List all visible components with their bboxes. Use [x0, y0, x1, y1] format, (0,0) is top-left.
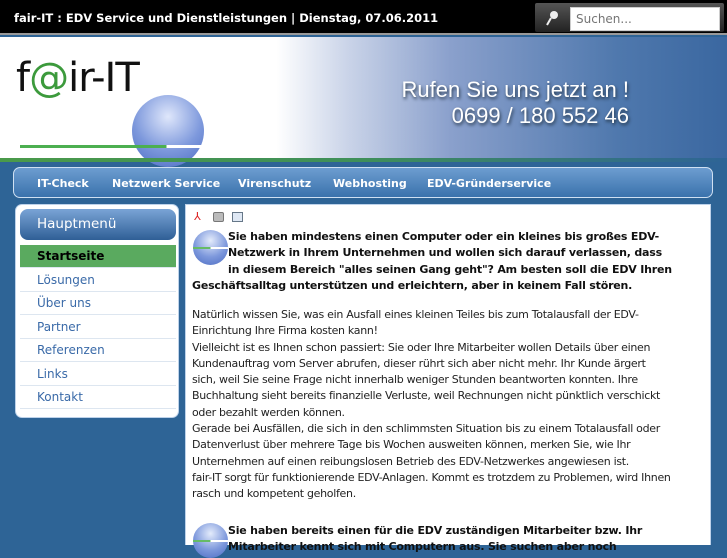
body-line: Natürlich wissen Sie, was ein Ausfall ei…: [192, 308, 639, 321]
sidebar-item-startseite[interactable]: Startseite: [20, 245, 176, 268]
intro-line: Geschäftsalltag unterstützen und erleich…: [192, 278, 633, 292]
body-line: Buchhaltung sieht bereits finanzielle Ve…: [192, 389, 661, 403]
body-line: fair-IT sorgt für funktionierende EDV-An…: [192, 470, 671, 484]
sidebar-menu: Hauptmenü Startseite Lösungen Über uns P…: [15, 204, 179, 418]
second-line: Sie haben bereits einen für die EDV zust…: [228, 524, 643, 537]
second-section-text: Sie haben bereits einen für die EDV zust…: [192, 523, 707, 556]
body-line: sich, weil Sie seine Frage nicht innerha…: [192, 373, 638, 387]
sidebar-title: Hauptmenü: [20, 209, 176, 240]
email-icon[interactable]: [232, 212, 244, 222]
sidebar-item-partner[interactable]: Partner: [20, 316, 176, 339]
slogan: Rufen Sie uns jetzt an ! 0699 / 180 552 …: [402, 77, 629, 129]
logo[interactable]: f@ir-IT: [16, 55, 140, 101]
intro-line: Sie haben mindestens einen Computer oder…: [228, 230, 660, 243]
sidebar-item-ueber-uns[interactable]: Über uns: [20, 292, 176, 315]
body-line: Vielleicht ist es Ihnen schon passiert: …: [192, 340, 651, 354]
intro-line: Netzwerk in Ihrem Unternehmen und wollen…: [228, 246, 662, 260]
logo-underline: [20, 145, 203, 148]
intro-line: in diesem Bereich "alles seinen Gang geh…: [228, 262, 672, 276]
body-line: Unternehmen auf einen reibungslosen Betr…: [192, 454, 630, 468]
second-line: Mitarbeiter kennt sich mit Computern aus…: [228, 540, 617, 554]
sidebar-item-loesungen[interactable]: Lösungen: [20, 269, 176, 292]
nav-webhosting[interactable]: Webhosting: [333, 177, 407, 190]
sidebar-item-kontakt[interactable]: Kontakt: [20, 386, 176, 409]
sidebar-item-links[interactable]: Links: [20, 363, 176, 386]
nav-netzwerk-service[interactable]: Netzwerk Service: [112, 177, 220, 190]
intro-text: Sie haben mindestens einen Computer oder…: [192, 229, 707, 294]
body-line: Einrichtung Ihre Firma kosten kann!: [192, 324, 378, 338]
body-line: oder bezahlt werden können.: [192, 405, 345, 419]
header-banner: f@ir-IT Rufen Sie uns jetzt an ! 0699 / …: [0, 37, 727, 167]
pdf-icon[interactable]: ⅄: [194, 211, 205, 222]
search-icon[interactable]: [545, 10, 559, 26]
top-bar: fair-IT : EDV Service und Dienstleistung…: [0, 0, 727, 35]
main-content: ⅄ Sie haben mindestens einen Computer od…: [185, 204, 711, 558]
body-line: Kundenauftrag vom Server abrufen, dieser…: [192, 356, 646, 370]
body-line: Gerade bei Ausfällen, die sich in den sc…: [192, 422, 660, 436]
main-nav: IT-Check Netzwerk Service Virenschutz We…: [13, 167, 713, 198]
sidebar-item-referenzen[interactable]: Referenzen: [20, 339, 176, 362]
body-line: Datenverlust über mehrere Tage bis Woche…: [192, 438, 631, 452]
search-input[interactable]: [570, 7, 720, 31]
slogan-text: Rufen Sie uns jetzt an !: [401, 77, 629, 102]
logo-globe-icon: [132, 95, 204, 167]
phone-number: 0699 / 180 552 46: [451, 103, 629, 128]
search-box: [535, 3, 724, 32]
divider: [0, 158, 727, 162]
nav-it-check[interactable]: IT-Check: [37, 177, 89, 190]
nav-edv-gruenderservice[interactable]: EDV-Gründerservice: [427, 177, 551, 190]
body-text: Natürlich wissen Sie, was ein Ausfall ei…: [192, 307, 707, 503]
nav-virenschutz[interactable]: Virenschutz: [238, 177, 311, 190]
site-title: fair-IT : EDV Service und Dienstleistung…: [14, 11, 439, 25]
print-icon[interactable]: [213, 212, 225, 222]
body-line: rasch und kompetent geholfen.: [192, 487, 356, 501]
